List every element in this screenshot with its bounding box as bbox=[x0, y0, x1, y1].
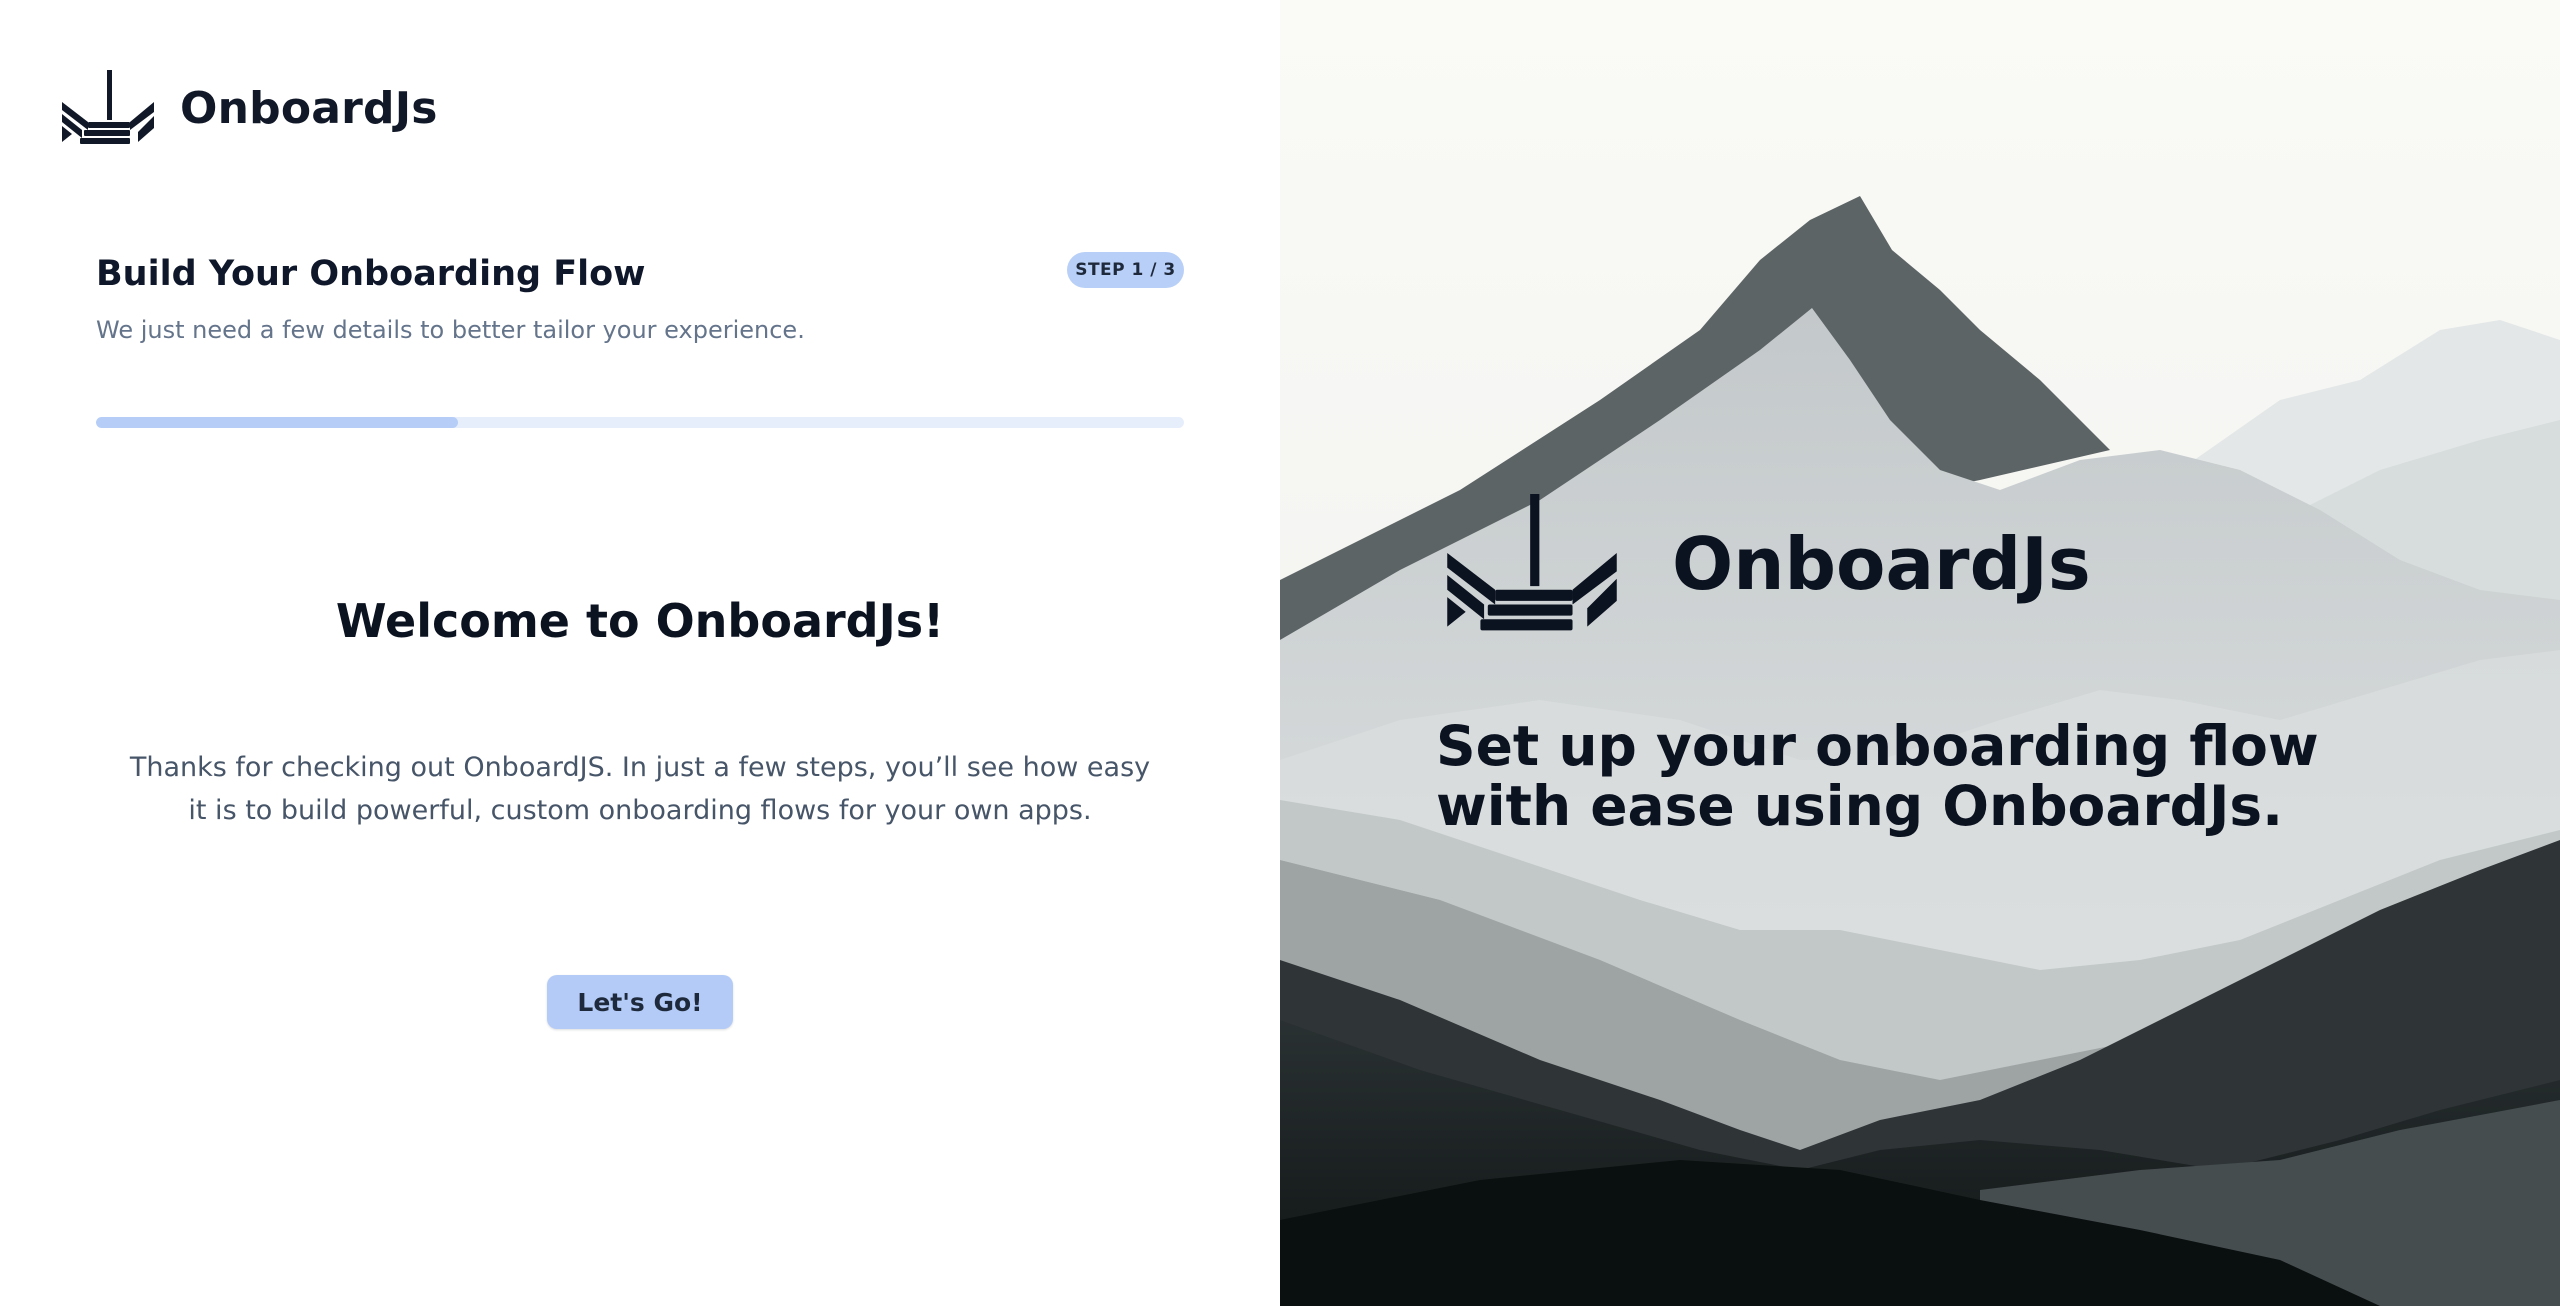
progress-bar bbox=[96, 417, 1184, 428]
step-badge: STEP 1 / 3 bbox=[1067, 252, 1184, 288]
flow-subtitle: We just need a few details to better tai… bbox=[96, 316, 805, 344]
flow-title: Build Your Onboarding Flow bbox=[96, 254, 646, 294]
lets-go-button[interactable]: Let's Go! bbox=[547, 975, 733, 1029]
hero-tagline: Set up your onboarding flow with ease us… bbox=[1436, 714, 2319, 838]
hero-panel: OnboardJs Set up your onboarding flow wi… bbox=[1280, 0, 2560, 1306]
brand-header: OnboardJs bbox=[60, 70, 438, 146]
welcome-text: Thanks for checking out OnboardJS. In ju… bbox=[129, 752, 1151, 826]
mountain-landscape-illustration bbox=[1280, 0, 2560, 1306]
onboardjs-logo-icon bbox=[1447, 494, 1617, 631]
brand-name: OnboardJs bbox=[180, 82, 438, 134]
hero-brand-name: OnboardJs bbox=[1672, 522, 2091, 606]
onboardjs-logo-icon bbox=[62, 70, 154, 144]
onboarding-page: OnboardJs Build Your Onboarding Flow STE… bbox=[0, 0, 2560, 1306]
hero-brand: OnboardJs bbox=[1436, 494, 2091, 634]
progress-fill bbox=[96, 417, 459, 428]
onboarding-panel: OnboardJs Build Your Onboarding Flow STE… bbox=[0, 0, 1280, 1306]
welcome-title: Welcome to OnboardJs! bbox=[335, 594, 945, 648]
